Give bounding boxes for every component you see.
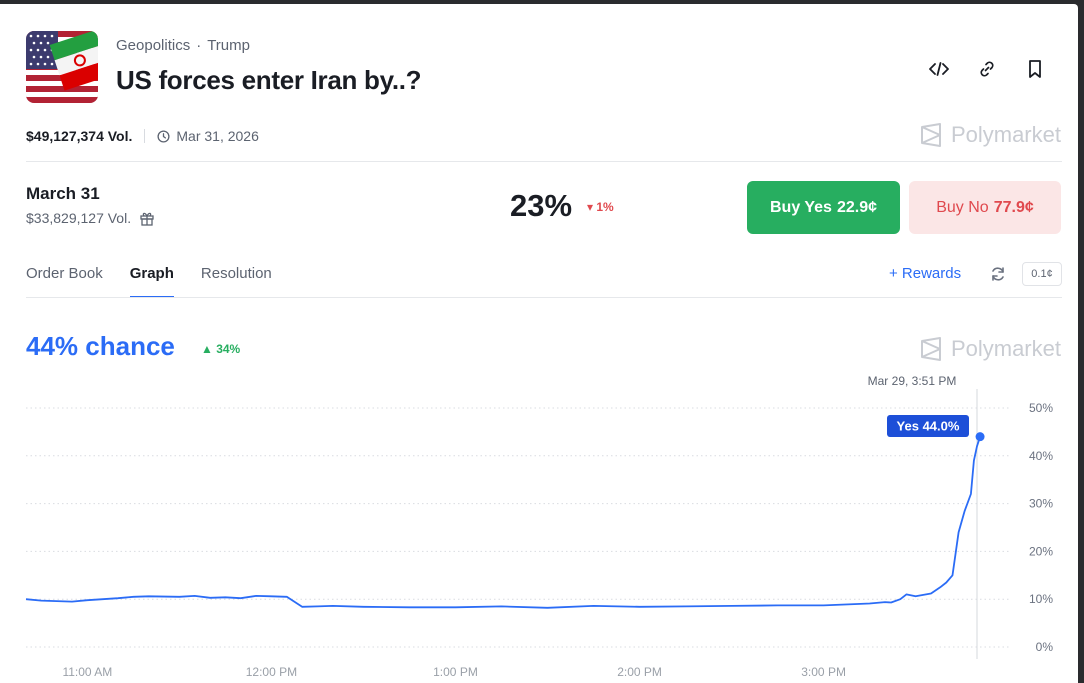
tab-graph[interactable]: Graph (129, 265, 175, 298)
polymarket-watermark-graph: Polymarket (919, 336, 1061, 362)
hover-time: Mar 29, 3:51 PM (868, 374, 957, 388)
buy-yes-button[interactable]: Buy Yes 22.9¢ (747, 181, 900, 234)
polymarket-watermark: Polymarket (919, 122, 1061, 148)
polymarket-logo-icon (920, 337, 941, 361)
embed-code-icon[interactable] (926, 56, 952, 82)
end-date-text: Mar 31, 2026 (176, 128, 259, 144)
watermark-text: Polymarket (950, 336, 1061, 361)
divider (26, 161, 1062, 162)
clock-icon (157, 129, 170, 143)
price-chart[interactable]: 50% 40% 30% 20% 10% 0% 11:00 AM 12:00 PM 1:00 P… (0, 364, 1078, 683)
y-tick-label: 40% (1029, 449, 1053, 463)
buy-no-price: 77.9¢ (993, 198, 1034, 216)
market-card: Geopolitics · Trump US forces enter Iran b… (0, 4, 1078, 683)
bookmark-icon[interactable] (1022, 56, 1048, 82)
tab-resolution[interactable]: Resolution (201, 265, 272, 298)
y-tick-label: 10% (1029, 592, 1053, 606)
buy-yes-price: 22.9¢ (836, 198, 877, 216)
end-date: Mar 31, 2026 (157, 128, 259, 144)
y-tick-label: 30% (1029, 497, 1053, 511)
outcome-probability: 23% (510, 188, 573, 223)
market-meta: $49,127,374 Vol. Mar 31, 2026 (26, 128, 259, 144)
buy-no-label: Buy No (936, 198, 989, 216)
tab-order-book[interactable]: Order Book (26, 265, 103, 298)
y-tick-label: 0% (1036, 640, 1054, 654)
page-title: US forces enter Iran by..? (116, 65, 422, 95)
x-tick-label: 11:00 AM (62, 665, 112, 679)
x-tick-label: 12:00 PM (246, 665, 297, 679)
breadcrumb-tag[interactable]: Trump (207, 37, 250, 54)
hover-tooltip: Yes 44.0% (887, 415, 969, 437)
market-thumbnail (26, 31, 98, 103)
x-tick-label: 1:00 PM (433, 665, 478, 679)
meta-divider (144, 129, 146, 143)
chance-value: 44% chance (26, 331, 175, 361)
total-volume: $49,127,374 Vol. (26, 128, 133, 144)
buy-yes-label: Buy Yes (769, 198, 832, 216)
gift-icon[interactable] (139, 210, 155, 226)
tabs-divider (26, 297, 1062, 298)
top-actions (926, 56, 1048, 82)
buy-no-button[interactable]: Buy No 77.9¢ (909, 181, 1061, 234)
tick-size-chip[interactable]: 0.1¢ (1022, 262, 1062, 286)
outcome-change: ▾ 1% (587, 200, 614, 214)
outcome-name: March 31 (26, 184, 100, 203)
rewards-link[interactable]: + Rewards (889, 265, 961, 282)
breadcrumb: Geopolitics · Trump (116, 37, 250, 54)
chance-change: ▲ 34% (201, 342, 241, 356)
y-tick-label: 50% (1029, 401, 1053, 415)
polymarket-logo-icon (920, 123, 941, 147)
outcome-volume: $33,829,127 Vol. (26, 210, 132, 226)
watermark-text: Polymarket (950, 122, 1061, 147)
outcome-volume-row: $33,829,127 Vol. (26, 210, 155, 226)
series-endpoint (975, 432, 985, 442)
x-tick-label: 3:00 PM (801, 665, 846, 679)
breadcrumb-category[interactable]: Geopolitics (116, 37, 190, 54)
link-icon[interactable] (974, 56, 1000, 82)
x-tick-label: 2:00 PM (617, 665, 662, 679)
tab-bar: Order Book Graph Resolution (26, 265, 272, 298)
y-tick-label: 20% (1029, 544, 1053, 558)
hover-tooltip-label: Yes 44.0% (897, 419, 960, 434)
refresh-icon[interactable] (989, 265, 1009, 283)
breadcrumb-separator: · (196, 37, 202, 54)
series-line-yes (25, 436, 981, 609)
